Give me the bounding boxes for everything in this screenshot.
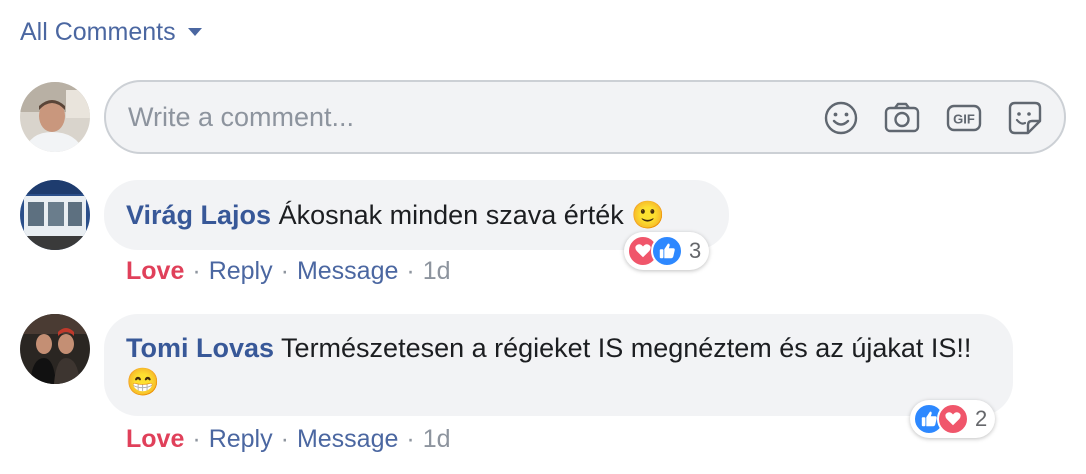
like-reaction-icon: [651, 235, 683, 267]
comment-composer: GIF: [104, 80, 1066, 154]
sticker-icon[interactable]: [1006, 99, 1044, 137]
comment-actions: Love · Reply · Message · 1d: [126, 257, 451, 286]
slightly-smiling-emoji-icon: 🙂: [631, 200, 665, 230]
separator: ·: [280, 425, 289, 453]
commenter-avatar[interactable]: [20, 314, 90, 384]
reply-link[interactable]: Reply: [209, 257, 273, 286]
separator: ·: [406, 257, 415, 285]
comment-author-link[interactable]: Tomi Lovas: [126, 333, 274, 363]
comment-text: Természetesen a régieket IS megnéztem és…: [281, 333, 972, 363]
love-action-link[interactable]: Love: [126, 257, 184, 286]
separator: ·: [192, 257, 201, 285]
reactions-summary[interactable]: 2: [910, 400, 996, 438]
message-link[interactable]: Message: [297, 425, 398, 454]
commenter-avatar[interactable]: [20, 180, 90, 250]
reactions-summary[interactable]: 3: [624, 232, 710, 270]
message-link[interactable]: Message: [297, 257, 398, 286]
comment-bubble: Tomi Lovas Természetesen a régieket IS m…: [104, 314, 1013, 416]
comment-input[interactable]: [128, 98, 788, 136]
reaction-count: 2: [975, 406, 988, 431]
comment-text: Ákosnak minden szava érték: [278, 200, 624, 230]
grinning-emoji-icon: 😁: [126, 367, 160, 397]
current-user-avatar[interactable]: [20, 82, 90, 152]
separator: ·: [406, 425, 415, 453]
reply-link[interactable]: Reply: [209, 425, 273, 454]
emoji-icon[interactable]: [822, 99, 860, 137]
separator: ·: [192, 425, 201, 453]
comment-actions: Love · Reply · Message · 1d: [126, 425, 451, 454]
comments-filter-label: All Comments: [20, 18, 176, 46]
svg-text:GIF: GIF: [953, 112, 975, 127]
caret-down-icon: [187, 27, 202, 36]
love-reaction-icon: [937, 403, 969, 435]
camera-icon[interactable]: [883, 99, 921, 137]
comments-filter-dropdown[interactable]: All Comments: [20, 18, 202, 47]
comment-author-link[interactable]: Virág Lajos: [126, 200, 271, 230]
gif-icon[interactable]: GIF: [945, 99, 983, 137]
love-action-link[interactable]: Love: [126, 425, 184, 454]
reaction-count: 3: [689, 238, 702, 263]
comment-timestamp[interactable]: 1d: [423, 425, 451, 454]
comment-timestamp[interactable]: 1d: [423, 257, 451, 286]
separator: ·: [280, 257, 289, 285]
